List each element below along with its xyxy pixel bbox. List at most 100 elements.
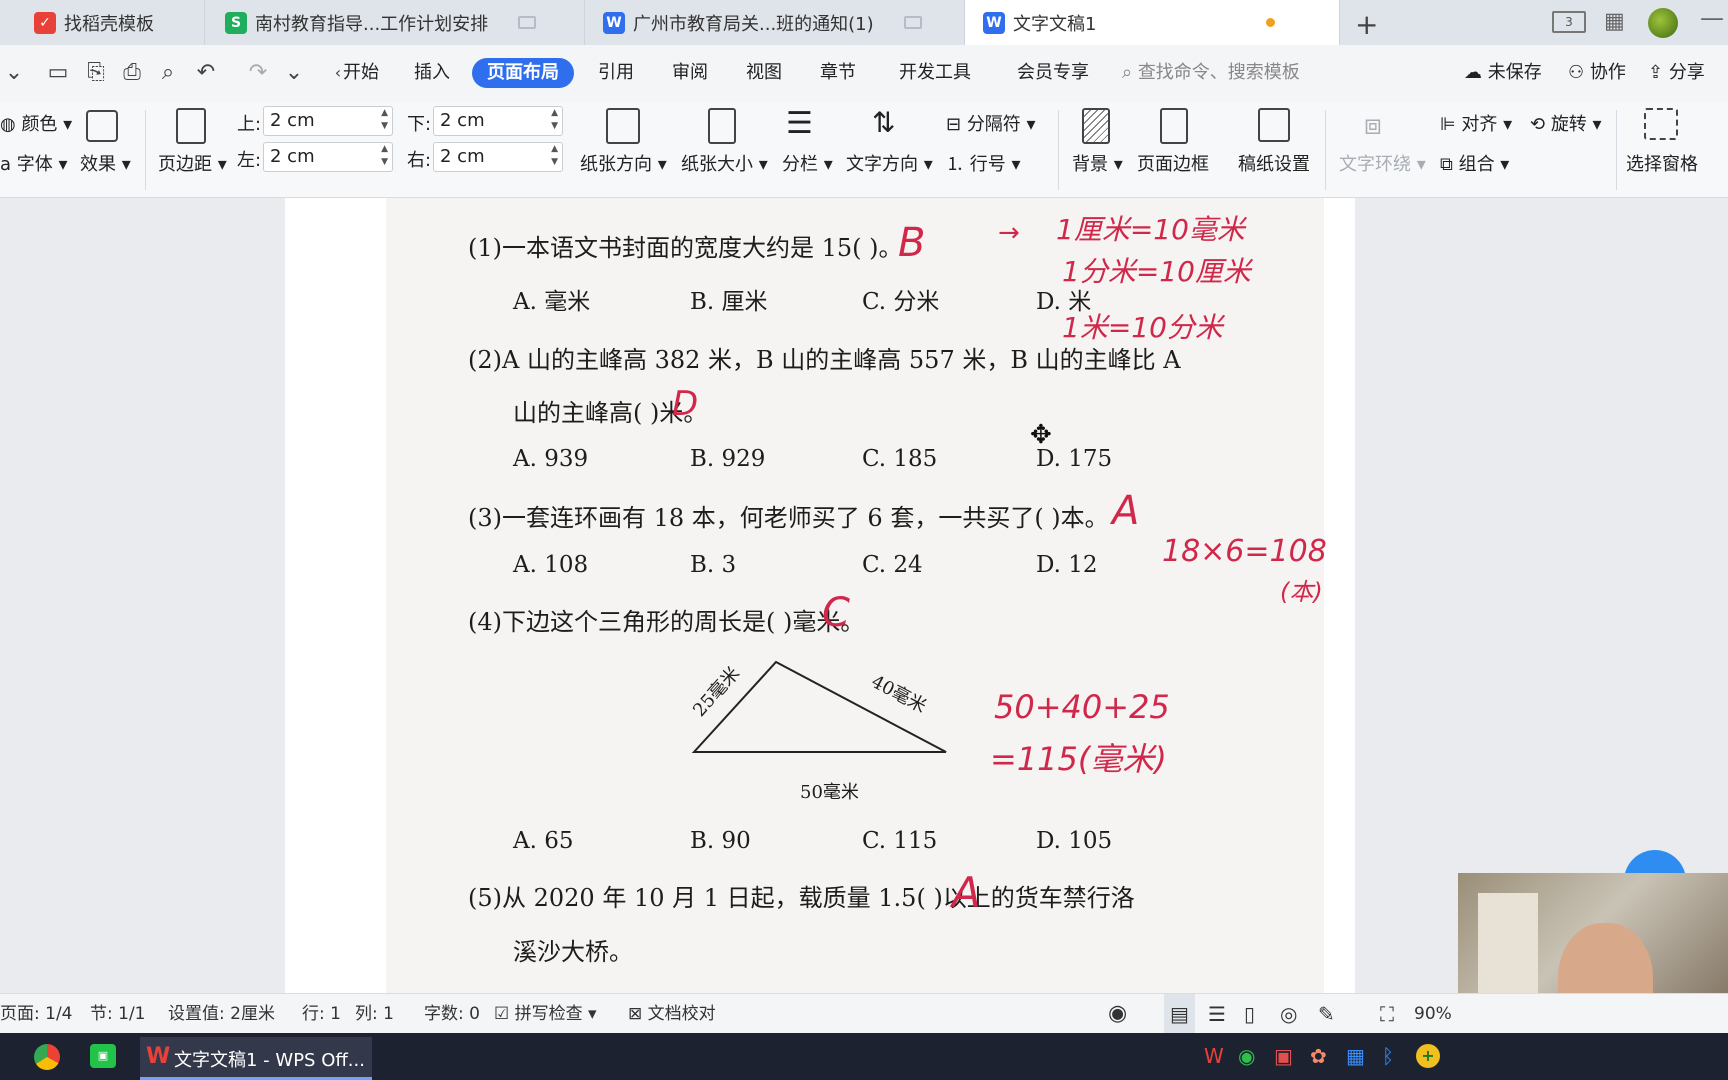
unsaved-dot-icon — [1266, 18, 1276, 27]
new-tab-plus-icon[interactable]: + — [1355, 8, 1378, 41]
chevron-down-icon[interactable]: ⌄ — [0, 60, 28, 86]
effect-button[interactable]: 效果 ▾ — [80, 150, 131, 176]
handwritten-calc-2: 50+40+25 — [994, 688, 1170, 726]
text-wrap-icon: ⧈ — [1364, 108, 1382, 141]
draft-paper-button[interactable]: 稿纸设置 — [1238, 150, 1310, 176]
menu-chapter[interactable]: 章节 — [820, 58, 856, 88]
columns-button[interactable]: 分栏 ▾ — [782, 150, 833, 176]
write-view-icon[interactable]: ✎ — [1318, 994, 1335, 1034]
avatar[interactable] — [1648, 8, 1678, 38]
background-button[interactable]: 背景 ▾ — [1072, 150, 1123, 176]
align-icon: ⊫ — [1440, 114, 1462, 135]
spreadsheet-icon: S — [225, 11, 247, 34]
outline-view-icon[interactable]: ☰ — [1208, 994, 1226, 1034]
text-direction-button[interactable]: 文字方向 ▾ — [846, 150, 933, 176]
print-preview-icon[interactable]: ⌕ — [154, 60, 182, 86]
left-margin-input[interactable]: 2 cm ▲ ▼ — [263, 142, 393, 172]
iqiyi-icon[interactable]: ▣ — [90, 1044, 116, 1068]
web-view-icon[interactable]: ◎ — [1280, 994, 1297, 1034]
redo-icon[interactable]: ↷ — [244, 60, 272, 86]
spinner-arrows-icon[interactable]: ▲ ▼ — [381, 107, 388, 133]
wechat-tray-icon[interactable]: ◉ — [1238, 1044, 1255, 1068]
text-wrap-button[interactable]: 文字环绕 ▾ — [1339, 150, 1426, 176]
paper-size-button[interactable]: 纸张大小 ▾ — [681, 150, 768, 176]
collab-button[interactable]: ⚇ 协作 — [1568, 58, 1626, 88]
page-border-button[interactable]: 页面边框 — [1137, 150, 1209, 176]
top-margin-input[interactable]: 2 cm ▲ ▼ — [263, 106, 393, 136]
fit-page-icon[interactable]: ⛶ — [1380, 994, 1394, 1034]
question-1: (1)一本语文书封面的宽度大约是 15( )。 — [468, 234, 903, 262]
cloud-icon: ☁ — [1464, 62, 1488, 83]
orientation-button[interactable]: 纸张方向 ▾ — [580, 150, 667, 176]
tab-current-doc[interactable]: W 文字文稿1 — [965, 0, 1340, 45]
status-word-count[interactable]: 字数: 0 — [424, 994, 480, 1034]
theme-color-button[interactable]: ◍ 颜色 ▾ — [0, 110, 72, 136]
wps-tray-icon[interactable]: W — [1204, 1044, 1224, 1068]
tab-spreadsheet[interactable]: S 南村教育指导...工作计划安排 — [205, 0, 585, 45]
customize-chevron-icon[interactable]: ⌄ — [280, 60, 308, 86]
menu-page-layout[interactable]: 页面布局 — [472, 58, 574, 88]
q4-option-b: B. 90 — [690, 828, 751, 854]
rotate-button[interactable]: ⟲ 旋转 ▾ — [1530, 110, 1602, 136]
zoom-level[interactable]: 90% — [1414, 994, 1452, 1034]
question-3: (3)一套连环画有 18 本，何老师买了 6 套，一共买了( )本。 — [468, 504, 1109, 532]
chrome-icon[interactable] — [34, 1044, 60, 1070]
spinner-arrows-icon[interactable]: ▲ ▼ — [551, 107, 558, 133]
draft-paper-icon — [1258, 108, 1290, 142]
app-tray-icon[interactable]: ✿ — [1310, 1044, 1327, 1068]
tab-label: 南村教育指导...工作计划安排 — [255, 13, 489, 35]
reading-view-icon[interactable]: ▯ — [1244, 994, 1255, 1034]
spinner-arrows-icon[interactable]: ▲ ▼ — [551, 143, 558, 169]
orientation-icon — [606, 108, 640, 144]
bottom-margin-input[interactable]: 2 cm ▲ ▼ — [433, 106, 563, 136]
menu-review[interactable]: 审阅 — [672, 58, 708, 88]
menu-view[interactable]: 视图 — [746, 58, 782, 88]
export-pdf-icon[interactable]: ⎘ — [82, 60, 110, 86]
status-setting: 设置值: 2厘米 — [168, 1004, 275, 1024]
page-view-icon[interactable]: ▤ — [1164, 994, 1195, 1034]
grid-apps-icon[interactable]: ▦ — [1604, 11, 1626, 33]
print-icon[interactable]: ⎙ — [118, 60, 146, 86]
search-placeholder: 查找命令、搜索模板 — [1137, 62, 1300, 83]
undo-icon[interactable]: ↶ — [192, 60, 220, 86]
spinner-arrows-icon[interactable]: ▲ ▼ — [381, 143, 388, 169]
line-number-button[interactable]: ⒈ 行号 ▾ — [946, 150, 1021, 176]
cloud-tray-icon[interactable]: ▦ — [1346, 1044, 1365, 1068]
status-page[interactable]: 页面: 1/4 — [0, 994, 73, 1034]
bluetooth-icon[interactable]: ᛒ — [1382, 1044, 1394, 1068]
eye-protection-icon[interactable]: ◉ — [1108, 994, 1127, 1034]
tab-notice-doc[interactable]: W 广州市教育局关...班的通知(1) — [585, 0, 965, 45]
align-button[interactable]: ⊫ 对齐 ▾ — [1440, 110, 1512, 136]
right-margin-input[interactable]: 2 cm ▲ ▼ — [433, 142, 563, 172]
q1-option-c: C. 分米 — [862, 289, 940, 315]
select-pane-button[interactable]: 选择窗格 — [1626, 150, 1698, 176]
unsaved-button[interactable]: ☁ 未保存 — [1464, 58, 1542, 88]
menu-references[interactable]: 引用 — [598, 58, 634, 88]
spell-check-button[interactable]: ☑ 拼写检查 ▾ — [494, 994, 597, 1034]
share-button[interactable]: ⇪ 分享 — [1648, 58, 1705, 88]
menu-member[interactable]: 会员专享 — [1017, 58, 1089, 88]
taskbar-wps-window[interactable]: W 文字文稿1 - WPS Off... — [140, 1037, 372, 1080]
q4-option-c: C. 115 — [862, 828, 938, 854]
minimize-icon[interactable]: — — [1700, 4, 1724, 32]
theme-font-button[interactable]: a 字体 ▾ — [0, 150, 68, 176]
menu-home[interactable]: 开始 — [343, 58, 379, 88]
scanned-worksheet-image[interactable]: (1)一本语文书封面的宽度大约是 15( )。 A. 毫米 B. 厘米 C. 分… — [386, 198, 1327, 993]
window-count-icon[interactable]: 3 — [1552, 11, 1586, 33]
proofread-button[interactable]: ⊠ 文档校对 — [628, 994, 716, 1034]
plus-tray-icon[interactable]: + — [1416, 1044, 1440, 1068]
q4-option-a: A. 65 — [513, 828, 574, 854]
menu-insert[interactable]: 插入 — [414, 58, 450, 88]
group-button[interactable]: ⧉ 组合 ▾ — [1440, 150, 1509, 176]
handwritten-note-3: 1米=10分米 — [1062, 311, 1223, 344]
separator-button[interactable]: ⊟ 分隔符 ▾ — [946, 110, 1036, 136]
handwritten-calc-3: =115(毫米) — [990, 740, 1167, 778]
search-box[interactable]: ⌕ 查找命令、搜索模板 — [1122, 58, 1300, 88]
menu-developer[interactable]: 开发工具 — [899, 58, 971, 88]
security-tray-icon[interactable]: ▣ — [1274, 1044, 1293, 1068]
margin-button[interactable]: 页边距 ▾ — [158, 150, 227, 176]
tab-docer[interactable]: ✓ 找稻壳模板 — [0, 0, 205, 45]
tab-bar: ✓ 找稻壳模板 S 南村教育指导...工作计划安排 W 广州市教育局关...班的… — [0, 0, 1728, 45]
top-margin-value: 2 cm — [270, 110, 315, 131]
save-icon[interactable]: ▭ — [44, 60, 72, 86]
